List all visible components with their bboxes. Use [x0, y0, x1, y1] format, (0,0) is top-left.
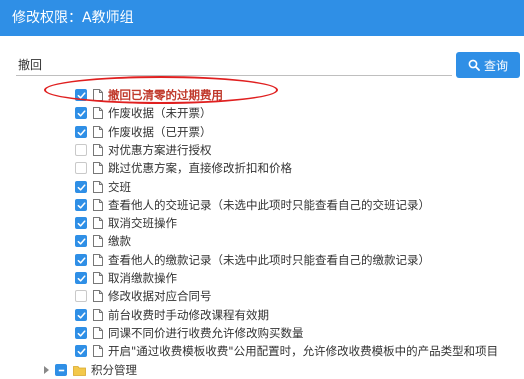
checkbox[interactable] [75, 235, 87, 247]
folder-icon [73, 365, 86, 376]
document-icon [93, 144, 103, 156]
tree-group-label: 积分管理 [91, 363, 137, 377]
tree-item-label: 查看他人的交班记录（未选中此项时只能查看自己的交班记录） [108, 198, 430, 212]
tree-item-label: 缴款 [108, 234, 131, 248]
tree-item[interactable]: 撤回已清零的过期费用 [75, 86, 223, 104]
tree-item-label: 开启"通过收费模板收费"公用配置时，允许修改收费模板中的产品类型和项目 [108, 344, 499, 358]
tree-item[interactable]: 取消交班操作 [75, 214, 177, 232]
expand-arrow-icon[interactable] [44, 366, 49, 374]
document-icon [93, 345, 103, 357]
document-icon [93, 126, 103, 138]
checkbox[interactable] [75, 217, 87, 229]
tree-item-label: 交班 [108, 180, 131, 194]
tree-item[interactable]: 作废收据（未开票） [75, 104, 212, 122]
checkbox[interactable] [75, 272, 87, 284]
tree-item-label: 撤回已清零的过期费用 [108, 88, 223, 102]
document-icon [93, 290, 103, 302]
document-icon [93, 199, 103, 211]
checkbox[interactable] [75, 126, 87, 138]
document-icon [93, 254, 103, 266]
checkbox[interactable] [75, 345, 87, 357]
document-icon [93, 327, 103, 339]
search-icon [468, 59, 480, 71]
checkbox[interactable] [75, 254, 87, 266]
search-button-label: 查询 [483, 58, 508, 73]
document-icon [93, 272, 103, 284]
document-icon [93, 235, 103, 247]
checkbox[interactable] [75, 309, 87, 321]
tree-item-label: 同课不同价进行收费允许修改购买数量 [108, 326, 304, 340]
document-icon [93, 309, 103, 321]
document-icon [93, 89, 103, 101]
checkbox[interactable] [75, 199, 87, 211]
document-icon [93, 181, 103, 193]
document-icon [93, 217, 103, 229]
tree-item[interactable]: 取消缴款操作 [75, 269, 177, 287]
search-input[interactable] [16, 54, 452, 76]
tree-item-label: 修改收据对应合同号 [108, 289, 212, 303]
tree-item[interactable]: 缴款 [75, 232, 131, 250]
tree-item-label: 取消缴款操作 [108, 271, 177, 285]
tree-item[interactable]: 交班 [75, 178, 131, 196]
search-bar: 查询 [0, 52, 524, 80]
tree-item-label: 前台收费时手动修改课程有效期 [108, 308, 269, 322]
document-icon [93, 162, 103, 174]
checkbox[interactable] [75, 144, 87, 156]
window-title: 修改权限：A教师组 [0, 0, 524, 36]
checkbox[interactable] [75, 162, 87, 174]
tree-item-label: 查看他人的缴款记录（未选中此项时只能查看自己的缴款记录） [108, 253, 430, 267]
tree-item-label: 作废收据（未开票） [108, 106, 212, 120]
tree-item-label: 取消交班操作 [108, 216, 177, 230]
checkbox[interactable] [75, 107, 87, 119]
tree-group-points[interactable]: 积分管理 [44, 361, 137, 379]
search-button[interactable]: 查询 [456, 52, 520, 78]
checkbox[interactable] [75, 89, 87, 101]
tree-item[interactable]: 查看他人的交班记录（未选中此项时只能查看自己的交班记录） [75, 196, 430, 214]
tree-item[interactable]: 开启"通过收费模板收费"公用配置时，允许修改收费模板中的产品类型和项目 [75, 342, 498, 360]
checkbox[interactable] [75, 327, 87, 339]
checkbox[interactable] [75, 181, 87, 193]
tree-item[interactable]: 查看他人的缴款记录（未选中此项时只能查看自己的缴款记录） [75, 251, 430, 269]
tree-item-label: 跳过优惠方案，直接修改折扣和价格 [108, 161, 292, 175]
tree-item[interactable]: 对优惠方案进行授权 [75, 141, 212, 159]
tree-item[interactable]: 前台收费时手动修改课程有效期 [75, 306, 269, 324]
document-icon [93, 107, 103, 119]
tree-item-label: 作废收据（已开票） [108, 125, 212, 139]
tree-item[interactable]: 同课不同价进行收费允许修改购买数量 [75, 324, 304, 342]
tree-item-label: 对优惠方案进行授权 [108, 143, 212, 157]
tree-item[interactable]: 跳过优惠方案，直接修改折扣和价格 [75, 159, 292, 177]
checkbox[interactable] [55, 364, 67, 376]
tree-item[interactable]: 修改收据对应合同号 [75, 287, 212, 305]
tree-item[interactable]: 作废收据（已开票） [75, 123, 212, 141]
checkbox[interactable] [75, 290, 87, 302]
